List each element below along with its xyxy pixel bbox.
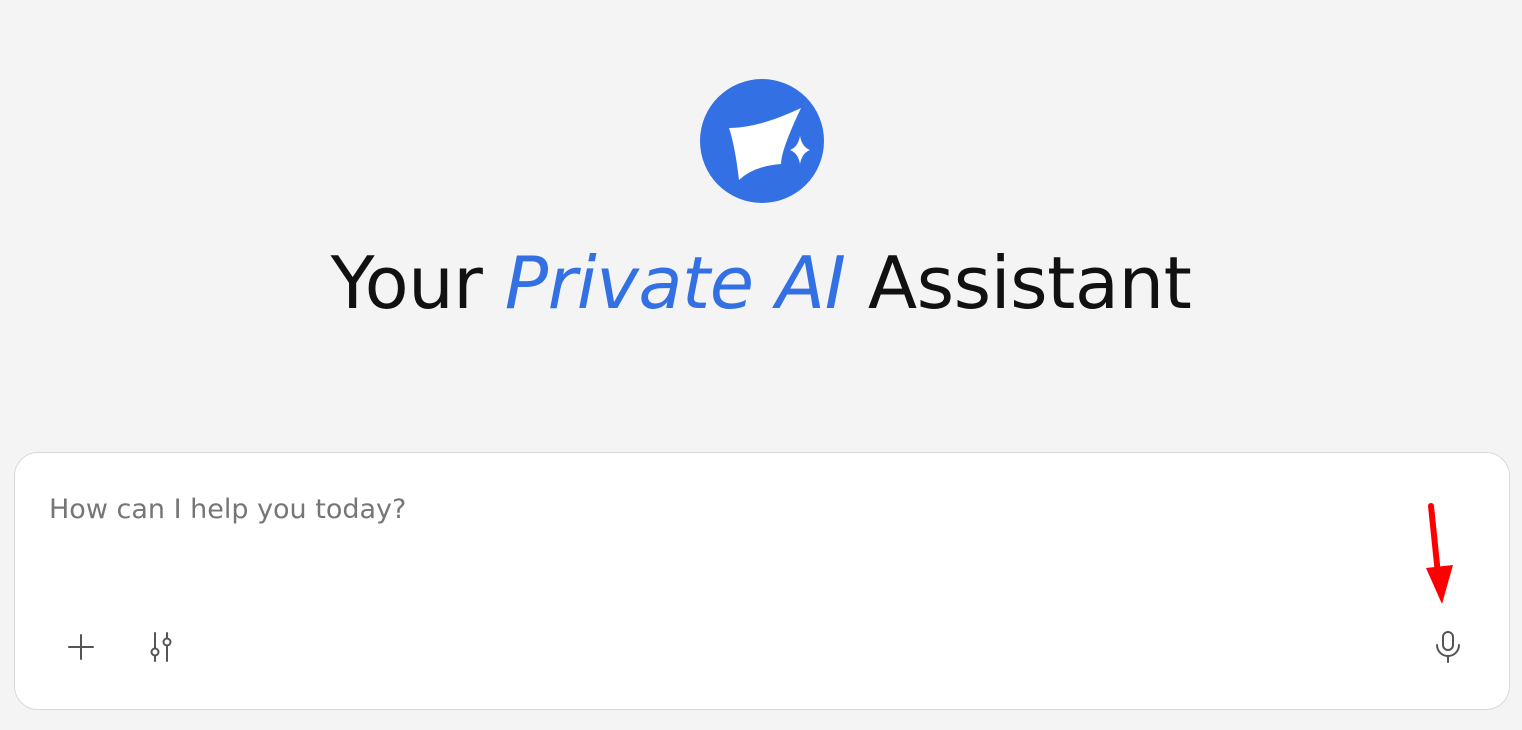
tools-button[interactable] — [139, 625, 183, 669]
plus-icon — [68, 634, 94, 660]
sliders-icon — [150, 632, 172, 662]
sparkle-logo-icon — [700, 79, 824, 203]
voice-input-button[interactable] — [1426, 625, 1470, 669]
chat-composer — [14, 452, 1510, 710]
microphone-icon — [1436, 631, 1460, 663]
brand-logo — [699, 78, 825, 204]
hero-title-highlight: Private AI — [504, 241, 846, 325]
hero-title: Your Private AI Assistant — [0, 238, 1522, 328]
hero-title-prefix: Your — [330, 241, 483, 325]
add-attachment-button[interactable] — [59, 625, 103, 669]
hero-title-suffix: Assistant — [867, 241, 1192, 325]
prompt-input[interactable] — [49, 489, 1349, 529]
